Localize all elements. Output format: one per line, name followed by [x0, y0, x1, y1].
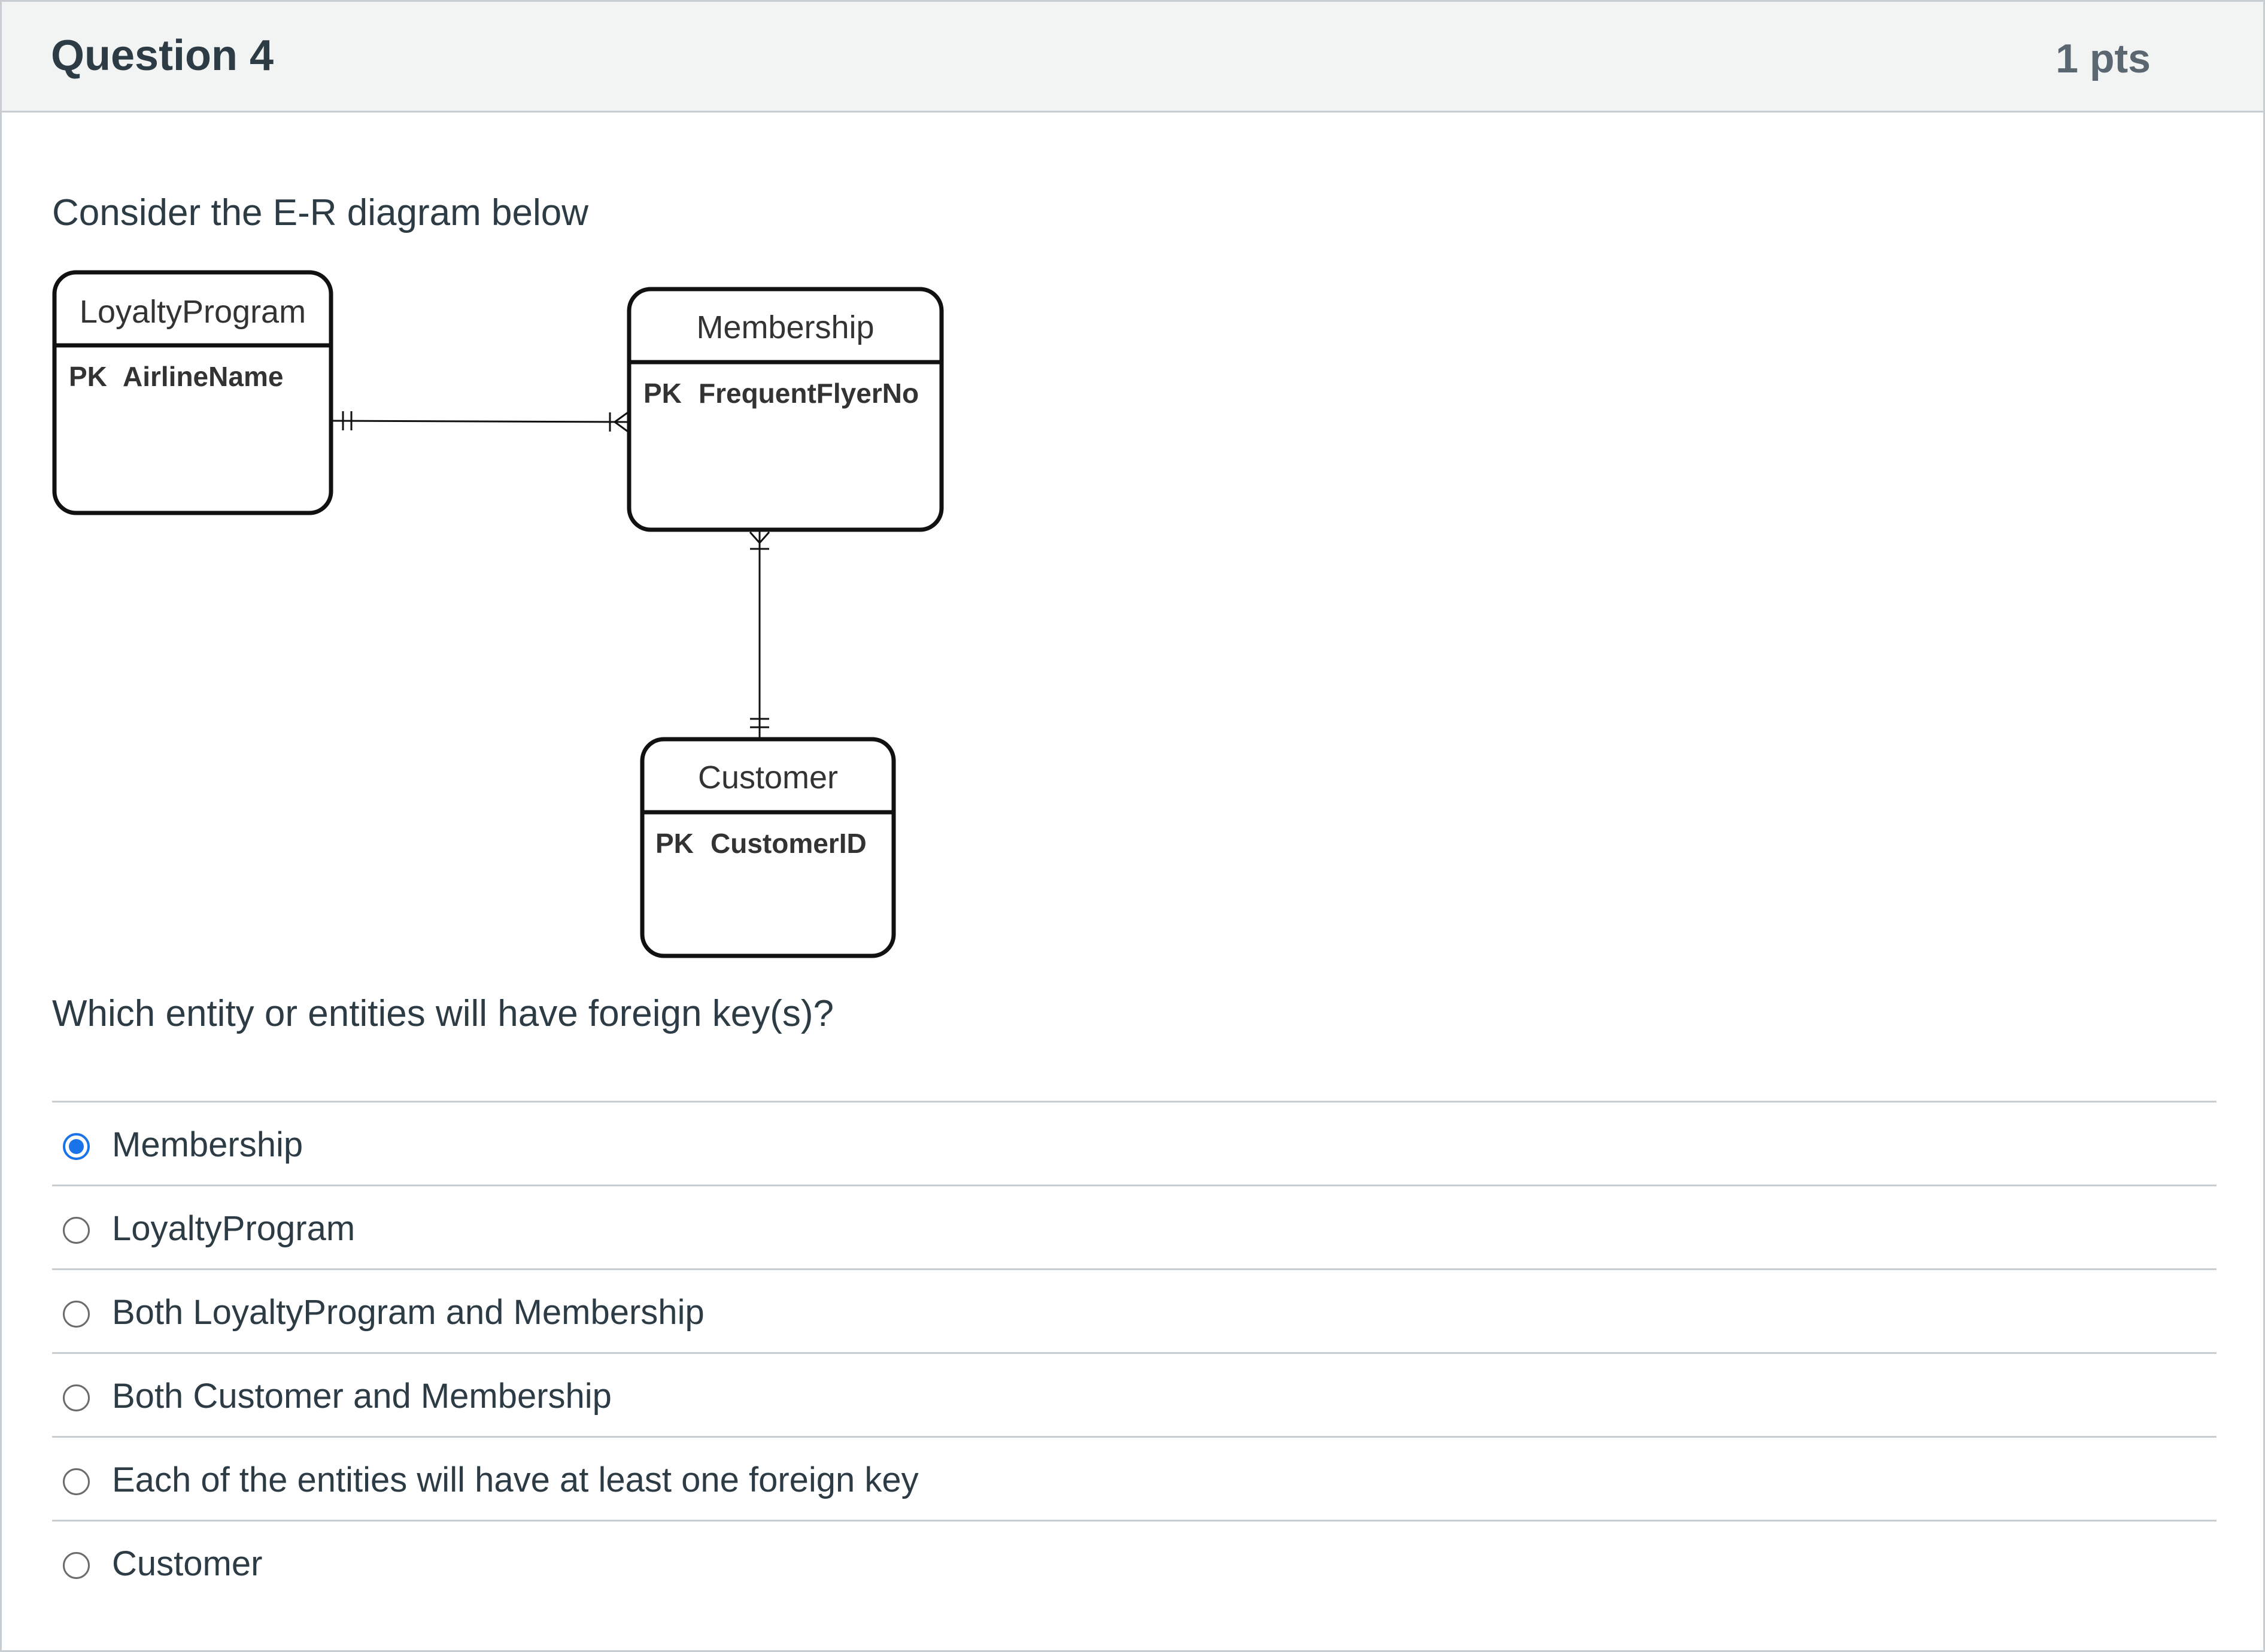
- relationship-loyaltyprogram-membership: [332, 411, 629, 433]
- answer-label[interactable]: LoyaltyProgram: [112, 1208, 355, 1250]
- er-diagram: LoyaltyProgram PK AirlineName Membership…: [52, 270, 944, 958]
- radio-button[interactable]: [63, 1301, 90, 1328]
- question-card: Question 4 1 pts Consider the E-R diagra…: [0, 0, 2265, 1652]
- pk-field: AirlineName: [123, 361, 283, 392]
- answer-label[interactable]: Each of the entities will have at least …: [112, 1459, 919, 1501]
- relationship-membership-customer: [749, 531, 770, 738]
- radio-button[interactable]: [63, 1552, 90, 1579]
- answer-label[interactable]: Membership: [112, 1124, 303, 1166]
- answer-list: Membership LoyaltyProgram Both LoyaltyPr…: [52, 1101, 2217, 1604]
- answer-option[interactable]: Both Customer and Membership: [52, 1352, 2217, 1436]
- entity-membership: Membership PK FrequentFlyerNo: [627, 287, 944, 532]
- entity-name: Customer: [698, 760, 838, 795]
- entity-name: Membership: [696, 309, 874, 345]
- answer-option[interactable]: Customer: [52, 1520, 2217, 1604]
- pk-label: PK: [643, 378, 682, 409]
- entity-customer: Customer PK CustomerID: [640, 737, 896, 958]
- answer-option[interactable]: Each of the entities will have at least …: [52, 1436, 2217, 1520]
- answer-label[interactable]: Both Customer and Membership: [112, 1375, 612, 1417]
- pk-field: FrequentFlyerNo: [699, 378, 919, 409]
- entity-loyaltyprogram: LoyaltyProgram PK AirlineName: [52, 270, 333, 515]
- pk-field: CustomerID: [711, 828, 867, 859]
- answer-label[interactable]: Customer: [112, 1543, 262, 1585]
- question-text: Which entity or entities will have forei…: [52, 993, 834, 1034]
- entity-name: LoyaltyProgram: [80, 294, 306, 330]
- answer-option[interactable]: Membership: [52, 1101, 2217, 1185]
- answer-option[interactable]: Both LoyaltyProgram and Membership: [52, 1268, 2217, 1352]
- answer-option[interactable]: LoyaltyProgram: [52, 1185, 2217, 1268]
- radio-button[interactable]: [63, 1217, 90, 1244]
- radio-button-selected[interactable]: [63, 1133, 90, 1160]
- pk-label: PK: [655, 828, 694, 859]
- pk-label: PK: [69, 361, 107, 392]
- answer-label[interactable]: Both LoyaltyProgram and Membership: [112, 1292, 705, 1334]
- radio-button[interactable]: [63, 1468, 90, 1495]
- radio-button[interactable]: [63, 1384, 90, 1411]
